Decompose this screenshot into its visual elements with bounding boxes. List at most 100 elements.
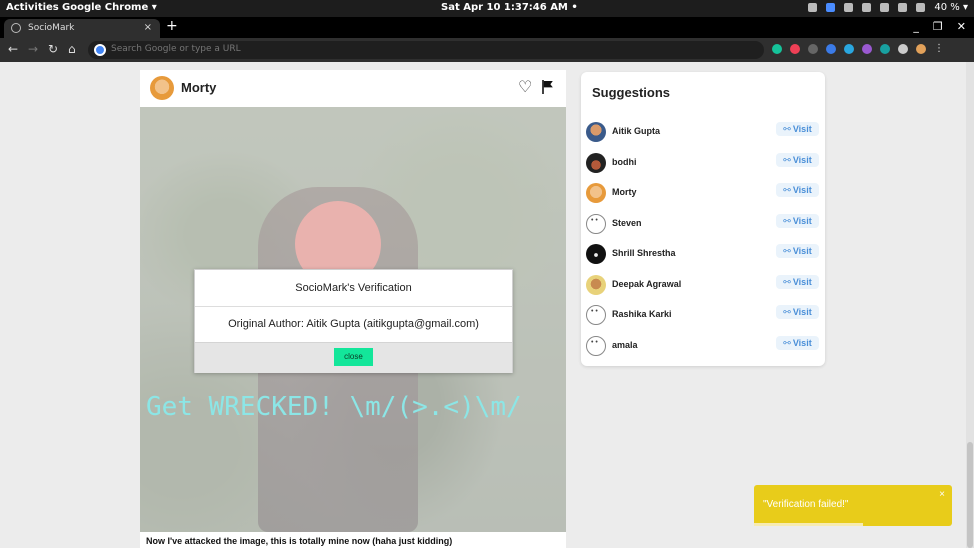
tray-app-icon[interactable] [808, 3, 818, 12]
volume-icon [898, 3, 908, 12]
visit-label: Visit [792, 124, 812, 134]
suggestion-row: amala ⚯Visit [581, 334, 825, 358]
suggestion-row: Steven ⚯Visit [581, 212, 825, 236]
avatar[interactable] [586, 305, 606, 325]
avatar[interactable] [586, 244, 606, 264]
suggestions-title: Suggestions [592, 85, 671, 100]
network-icon[interactable] [862, 3, 872, 12]
back-icon[interactable]: ← [8, 42, 18, 56]
reload-icon[interactable]: ↻ [48, 42, 58, 56]
heart-icon[interactable]: ♡ [518, 79, 532, 95]
mic-icon [916, 3, 926, 12]
toast-progress-bar [754, 523, 863, 526]
visit-button[interactable]: ⚯ Visit [776, 122, 819, 136]
verification-modal: SocioMark's Verification Original Author… [194, 269, 513, 373]
modal-title: SocioMark's Verification [195, 270, 512, 307]
post-author[interactable]: Morty [181, 80, 216, 95]
visit-button[interactable]: ⚯ Visit [776, 183, 819, 197]
activities-button[interactable]: Activities [6, 2, 59, 13]
suggestion-row: Morty ⚯ Visit [581, 181, 825, 205]
address-input[interactable] [111, 44, 711, 54]
tab-close-icon[interactable]: × [144, 22, 152, 33]
extension-icon[interactable] [808, 44, 818, 54]
visit-button[interactable]: ⚯ Visit [776, 213, 819, 228]
flag-icon[interactable] [542, 80, 554, 94]
kebab-menu-icon[interactable]: ⋮ [934, 44, 944, 54]
favicon-icon [11, 23, 21, 33]
visit-label: Visit [792, 185, 812, 195]
visit-button[interactable]: ⚯ Visit [776, 244, 819, 258]
extension-icon[interactable] [862, 44, 872, 54]
battery-status[interactable]: 40 % ▾ [934, 2, 968, 13]
visit-label: Visit [792, 307, 812, 317]
pocket-icon[interactable] [790, 44, 800, 54]
suggestion-row: Rashika Karki ⚯Visit [581, 303, 825, 327]
suggestion-name[interactable]: Steven [612, 218, 642, 228]
suggestion-name[interactable]: Morty [612, 187, 637, 197]
modal-body: Original Author: Aitik Gupta (aitikgupta… [228, 318, 479, 330]
puzzle-icon[interactable] [898, 44, 908, 54]
toast-close-icon[interactable]: × [939, 489, 945, 500]
profile-avatar[interactable] [916, 44, 926, 54]
suggestion-row: bodhi ⚯ Visit [581, 151, 825, 175]
google-icon [94, 44, 106, 56]
os-top-bar: Activities Google Chrome ▾ Sat Apr 10 1:… [0, 0, 974, 17]
suggestion-name[interactable]: Shrill Shrestha [612, 248, 676, 258]
system-tray[interactable]: 40 % ▾ [808, 2, 968, 13]
restore-icon[interactable]: ❐ [933, 20, 943, 33]
visit-button[interactable]: ⚯ Visit [776, 305, 819, 319]
suggestion-name[interactable]: bodhi [612, 157, 637, 167]
suggestion-name[interactable]: Rashika Karki [612, 309, 672, 319]
clock[interactable]: Sat Apr 10 1:37:46 AM • [441, 2, 578, 13]
visit-button[interactable]: ⚯ Visit [776, 335, 819, 350]
visit-button[interactable]: ⚯ Visit [776, 274, 819, 289]
scrollbar-thumb[interactable] [967, 442, 973, 548]
post-caption: Now I've attacked the image, this is tot… [146, 536, 453, 546]
zoom-icon[interactable] [826, 3, 836, 12]
suggestions-panel: Suggestions Aitik Gupta ⚯ Visit bodhi ⚯ Visit… [581, 72, 825, 366]
visit-label: Visit [792, 215, 812, 226]
avatar[interactable] [586, 183, 606, 203]
suggestion-name[interactable]: Aitik Gupta [612, 126, 660, 136]
extension-icon[interactable] [880, 44, 890, 54]
suggestion-name[interactable]: Deepak Agrawal [612, 279, 681, 289]
home-icon[interactable]: ⌂ [68, 42, 76, 56]
discord-icon[interactable] [844, 3, 854, 12]
browser-toolbar: ← → ↻ ⌂ ⋮ [0, 38, 974, 62]
visit-label: Visit [792, 154, 812, 165]
link-icon: ⚯ [783, 276, 791, 287]
scrollbar[interactable] [966, 62, 974, 548]
close-window-icon[interactable]: ✕ [957, 20, 966, 33]
avatar[interactable] [586, 274, 606, 295]
visit-label: Visit [792, 276, 812, 287]
extension-icon[interactable] [826, 44, 836, 54]
visit-label: Visit [792, 246, 812, 256]
avatar[interactable] [150, 76, 174, 100]
close-button[interactable]: close [334, 348, 373, 366]
app-menu[interactable]: Google Chrome ▾ [62, 2, 157, 13]
grammarly-icon[interactable] [772, 44, 782, 54]
tab-sociomark[interactable]: SocioMark × [4, 19, 160, 38]
link-icon: ⚯ [783, 124, 791, 134]
link-icon: ⚯ [783, 307, 791, 317]
suggestion-name[interactable]: amala [612, 340, 638, 350]
forward-icon[interactable]: → [28, 42, 38, 56]
link-icon: ⚯ [783, 246, 791, 256]
avatar[interactable] [586, 152, 606, 173]
extensions-bar: ⋮ [772, 44, 944, 54]
visit-button[interactable]: ⚯ Visit [776, 152, 819, 167]
extension-icon[interactable] [844, 44, 854, 54]
avatar[interactable] [586, 213, 606, 234]
avatar[interactable] [586, 335, 606, 356]
suggestion-row: Aitik Gupta ⚯ Visit [581, 120, 825, 144]
omnibox[interactable] [88, 41, 764, 59]
window-controls: _ ❐ ✕ [913, 20, 966, 33]
visit-label: Visit [792, 337, 812, 348]
minimize-icon[interactable]: _ [913, 20, 919, 33]
toast-message: "Verification failed!" [763, 499, 849, 510]
wifi-icon [880, 3, 890, 12]
avatar[interactable] [586, 122, 606, 142]
tab-title: SocioMark [28, 23, 75, 33]
new-tab-button[interactable]: + [166, 18, 178, 34]
error-toast: "Verification failed!" × [754, 485, 952, 526]
